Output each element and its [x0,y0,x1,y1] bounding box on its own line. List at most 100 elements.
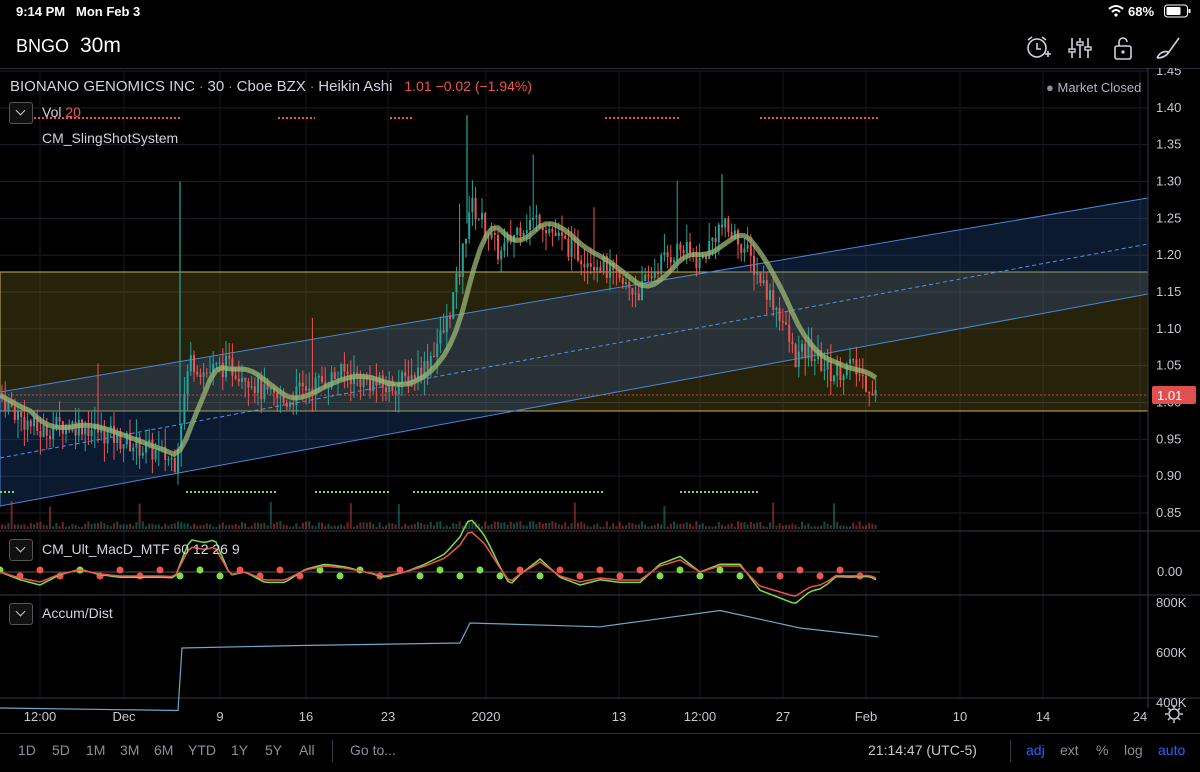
volume-bar [657,523,659,529]
range-button[interactable]: 3M [120,742,139,758]
range-button[interactable]: 5D [52,742,70,758]
y-tick-label: 0.95 [1156,431,1181,446]
volume-bar [513,523,515,529]
candle-body [522,233,525,237]
volume-bar [154,524,157,529]
volume-bar [615,525,618,529]
candle-body [519,227,522,237]
candle-body [599,267,602,272]
range-button[interactable]: 1D [18,742,36,758]
candle-body [503,242,506,251]
auto-toggle[interactable]: auto [1158,742,1185,758]
adj-toggle[interactable]: adj [1026,742,1045,758]
range-button[interactable]: 5Y [265,742,282,758]
candle-body [301,382,304,387]
macd-cross-dot [716,566,724,574]
volume-bar [490,524,493,529]
macd-cross-dot [816,572,824,580]
candle-body [772,290,775,310]
volume-bar [749,521,752,529]
volume-bar [151,523,154,529]
volume-bar [74,524,77,529]
candle-body [23,417,26,430]
macd-cross-dot [336,572,344,580]
volume-bar [554,522,557,529]
volume-bar [589,526,592,529]
candle-body [637,293,640,301]
candle-body [292,402,295,406]
macd-cross-dot [676,566,684,574]
volume-bar [138,503,141,529]
market-status-text: Market Closed [1057,80,1142,95]
volume-bar [61,521,64,529]
volume-bar [257,522,259,529]
volume-bar [346,522,349,529]
alert-clock-icon[interactable] [1024,34,1052,62]
y-tick-label: 0.85 [1156,505,1181,520]
volume-bar [865,525,867,529]
volume-bar [202,524,205,529]
macd-cross-dot [496,572,504,580]
candle-body [813,359,816,362]
candle-body [199,374,202,378]
candle-body [471,197,474,213]
volume-bar [762,525,765,529]
volume-bar [564,522,567,529]
volume-bar [266,525,269,529]
candle-body [532,217,535,221]
candle-body [17,411,19,420]
volume-bar [586,525,589,529]
candle-body [647,274,650,277]
y-tick-label: 1.10 [1156,321,1181,336]
log-toggle[interactable]: log [1124,742,1143,758]
volume-bar [141,521,144,529]
volume-bar [663,506,666,529]
candle-body [106,430,109,444]
volume-bar [561,524,563,529]
candle-body [740,244,743,253]
candle-body [593,266,595,271]
share-lock-icon[interactable] [1110,34,1138,62]
candle-body [426,360,429,370]
candle-body [189,355,192,372]
top-toolbar: BNGO 30m [0,24,1200,69]
volume-bar [593,524,595,529]
drawing-brush-icon[interactable] [1154,34,1182,62]
candle-body [852,359,855,361]
collapse-indicators-button[interactable] [9,102,33,124]
volume-bar [637,524,640,529]
volume-bar [669,523,672,529]
interval-button[interactable]: 30m [80,34,121,58]
volume-bar [244,523,247,529]
volume-bar [164,523,167,529]
collapse-macd-button[interactable] [9,539,33,561]
candle-body [548,228,551,234]
range-button[interactable]: 6M [154,742,173,758]
volume-bar [225,525,227,529]
goto-button[interactable]: Go to... [350,742,396,758]
range-button[interactable]: 1M [86,742,105,758]
volume-bar [417,522,419,529]
macd-zero-label: 0.00 [1157,564,1182,579]
candle-body [669,257,672,263]
range-button[interactable]: YTD [188,742,216,758]
ext-toggle[interactable]: ext [1060,742,1079,758]
candle-body [653,272,656,278]
collapse-accum-button[interactable] [9,603,33,625]
symbol-button[interactable]: BNGO [16,36,69,57]
candle-body [151,439,154,460]
candle-body [321,376,323,383]
divider [332,740,333,762]
range-button[interactable]: 1Y [231,742,248,758]
volume-bar [452,522,455,529]
indicators-icon[interactable] [1066,34,1094,62]
candle-body [257,377,259,393]
volume-bar [378,522,381,529]
volume-bar [855,525,858,529]
volume-bar [717,521,720,529]
volume-bar [84,523,87,529]
percent-toggle[interactable]: % [1096,742,1108,758]
candle-body [586,263,589,268]
chart-area[interactable]: 0.850.900.951.001.051.101.151.201.251.30… [0,68,1200,733]
range-button[interactable]: All [299,742,315,758]
